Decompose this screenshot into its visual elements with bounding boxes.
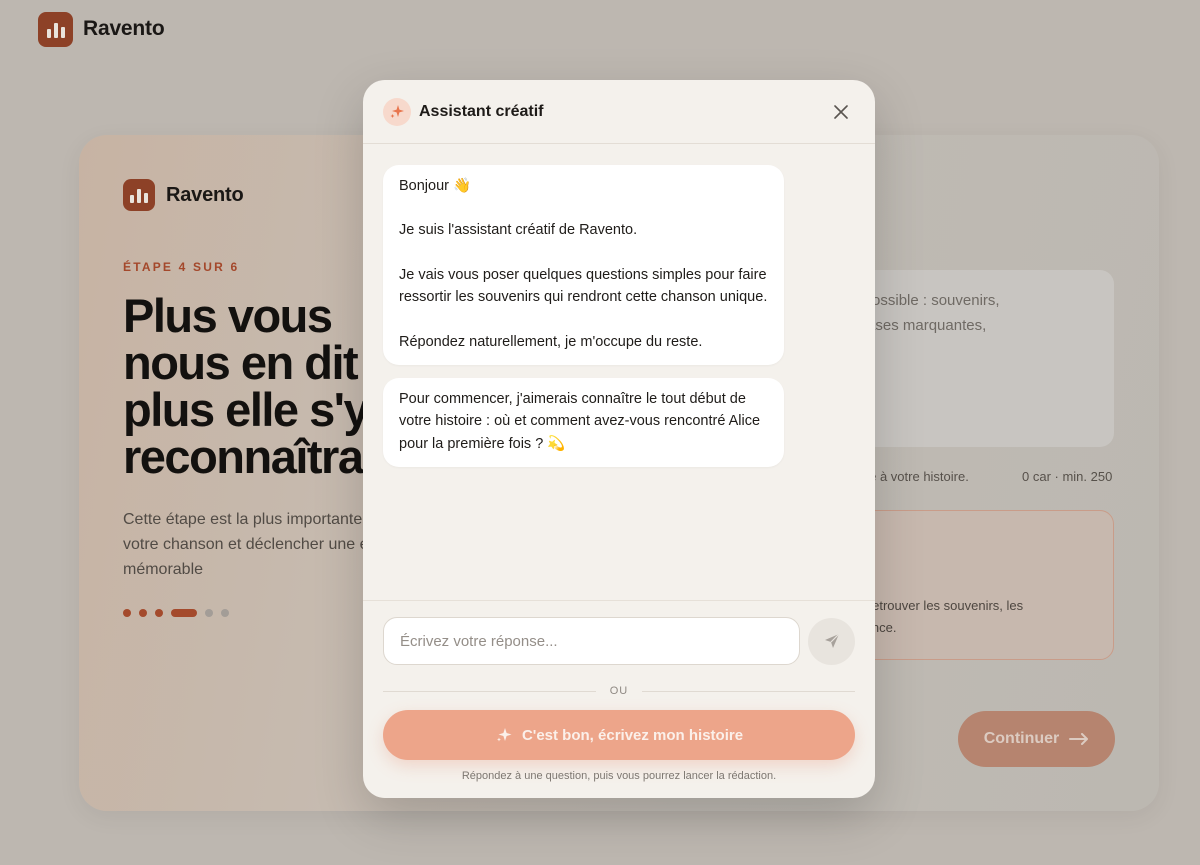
assistant-message: Bonjour 👋 Je suis l'assistant créatif de…	[383, 165, 784, 366]
bar-chart-icon	[123, 179, 155, 211]
sparkle-icon	[383, 97, 411, 126]
chat-thread: Bonjour 👋 Je suis l'assistant créatif de…	[383, 165, 784, 468]
brand-name[interactable]: Ravento	[83, 17, 165, 41]
close-icon	[834, 104, 848, 119]
dialog-header: Assistant créatif	[363, 80, 875, 144]
reply-input[interactable]	[383, 617, 800, 665]
progress-dot-done	[139, 609, 147, 617]
progress-dot-current	[171, 609, 197, 617]
close-button[interactable]	[827, 98, 855, 126]
progress-dot-done	[155, 609, 163, 617]
progress-dot-done	[123, 609, 131, 617]
assistant-dialog: Assistant créatif Bonjour 👋 Je suis l'as…	[363, 80, 875, 798]
divider-label: OU	[609, 685, 629, 697]
message-text: Pour commencer, j'aimerais connaître le …	[399, 391, 761, 452]
card-brand-name: Ravento	[166, 183, 244, 206]
dialog-footnote: Répondez à une question, puis vous pourr…	[461, 770, 777, 782]
message-text: Je suis l'assistant créatif de Ravento.	[399, 222, 638, 239]
divider-line	[383, 690, 596, 692]
message-text: Bonjour 👋	[399, 178, 472, 194]
write-story-label: C'est bon, écrivez mon histoire	[521, 726, 744, 744]
dialog-title: Assistant créatif	[419, 102, 544, 120]
reply-composer: OU C'est bon, écrivez mon histoire Répon…	[363, 600, 875, 782]
assistant-message: Pour commencer, j'aimerais connaître le …	[383, 378, 784, 468]
top-bar: Ravento	[0, 0, 1200, 58]
message-text: Je vais vous poser quelques questions si…	[399, 266, 768, 306]
paper-plane-icon	[824, 633, 839, 648]
progress-dot-todo	[221, 609, 229, 617]
continue-button[interactable]: Continuer	[958, 711, 1115, 767]
divider-line	[642, 690, 855, 692]
character-counter: 0 car · min. 250	[1022, 469, 1113, 484]
continue-label: Continuer	[983, 730, 1060, 747]
message-text: Répondez naturellement, je m'occupe du r…	[399, 333, 703, 350]
send-button[interactable]	[808, 617, 855, 665]
progress-dot-todo	[205, 609, 213, 617]
sparkle-icon	[496, 728, 512, 742]
textarea-hint: èle à votre histoire.	[859, 469, 969, 484]
write-story-button[interactable]: C'est bon, écrivez mon histoire	[383, 710, 855, 760]
or-divider: OU	[383, 685, 855, 697]
arrow-right-icon	[1069, 733, 1089, 745]
input-row	[383, 617, 855, 665]
bar-chart-icon[interactable]	[38, 11, 73, 47]
